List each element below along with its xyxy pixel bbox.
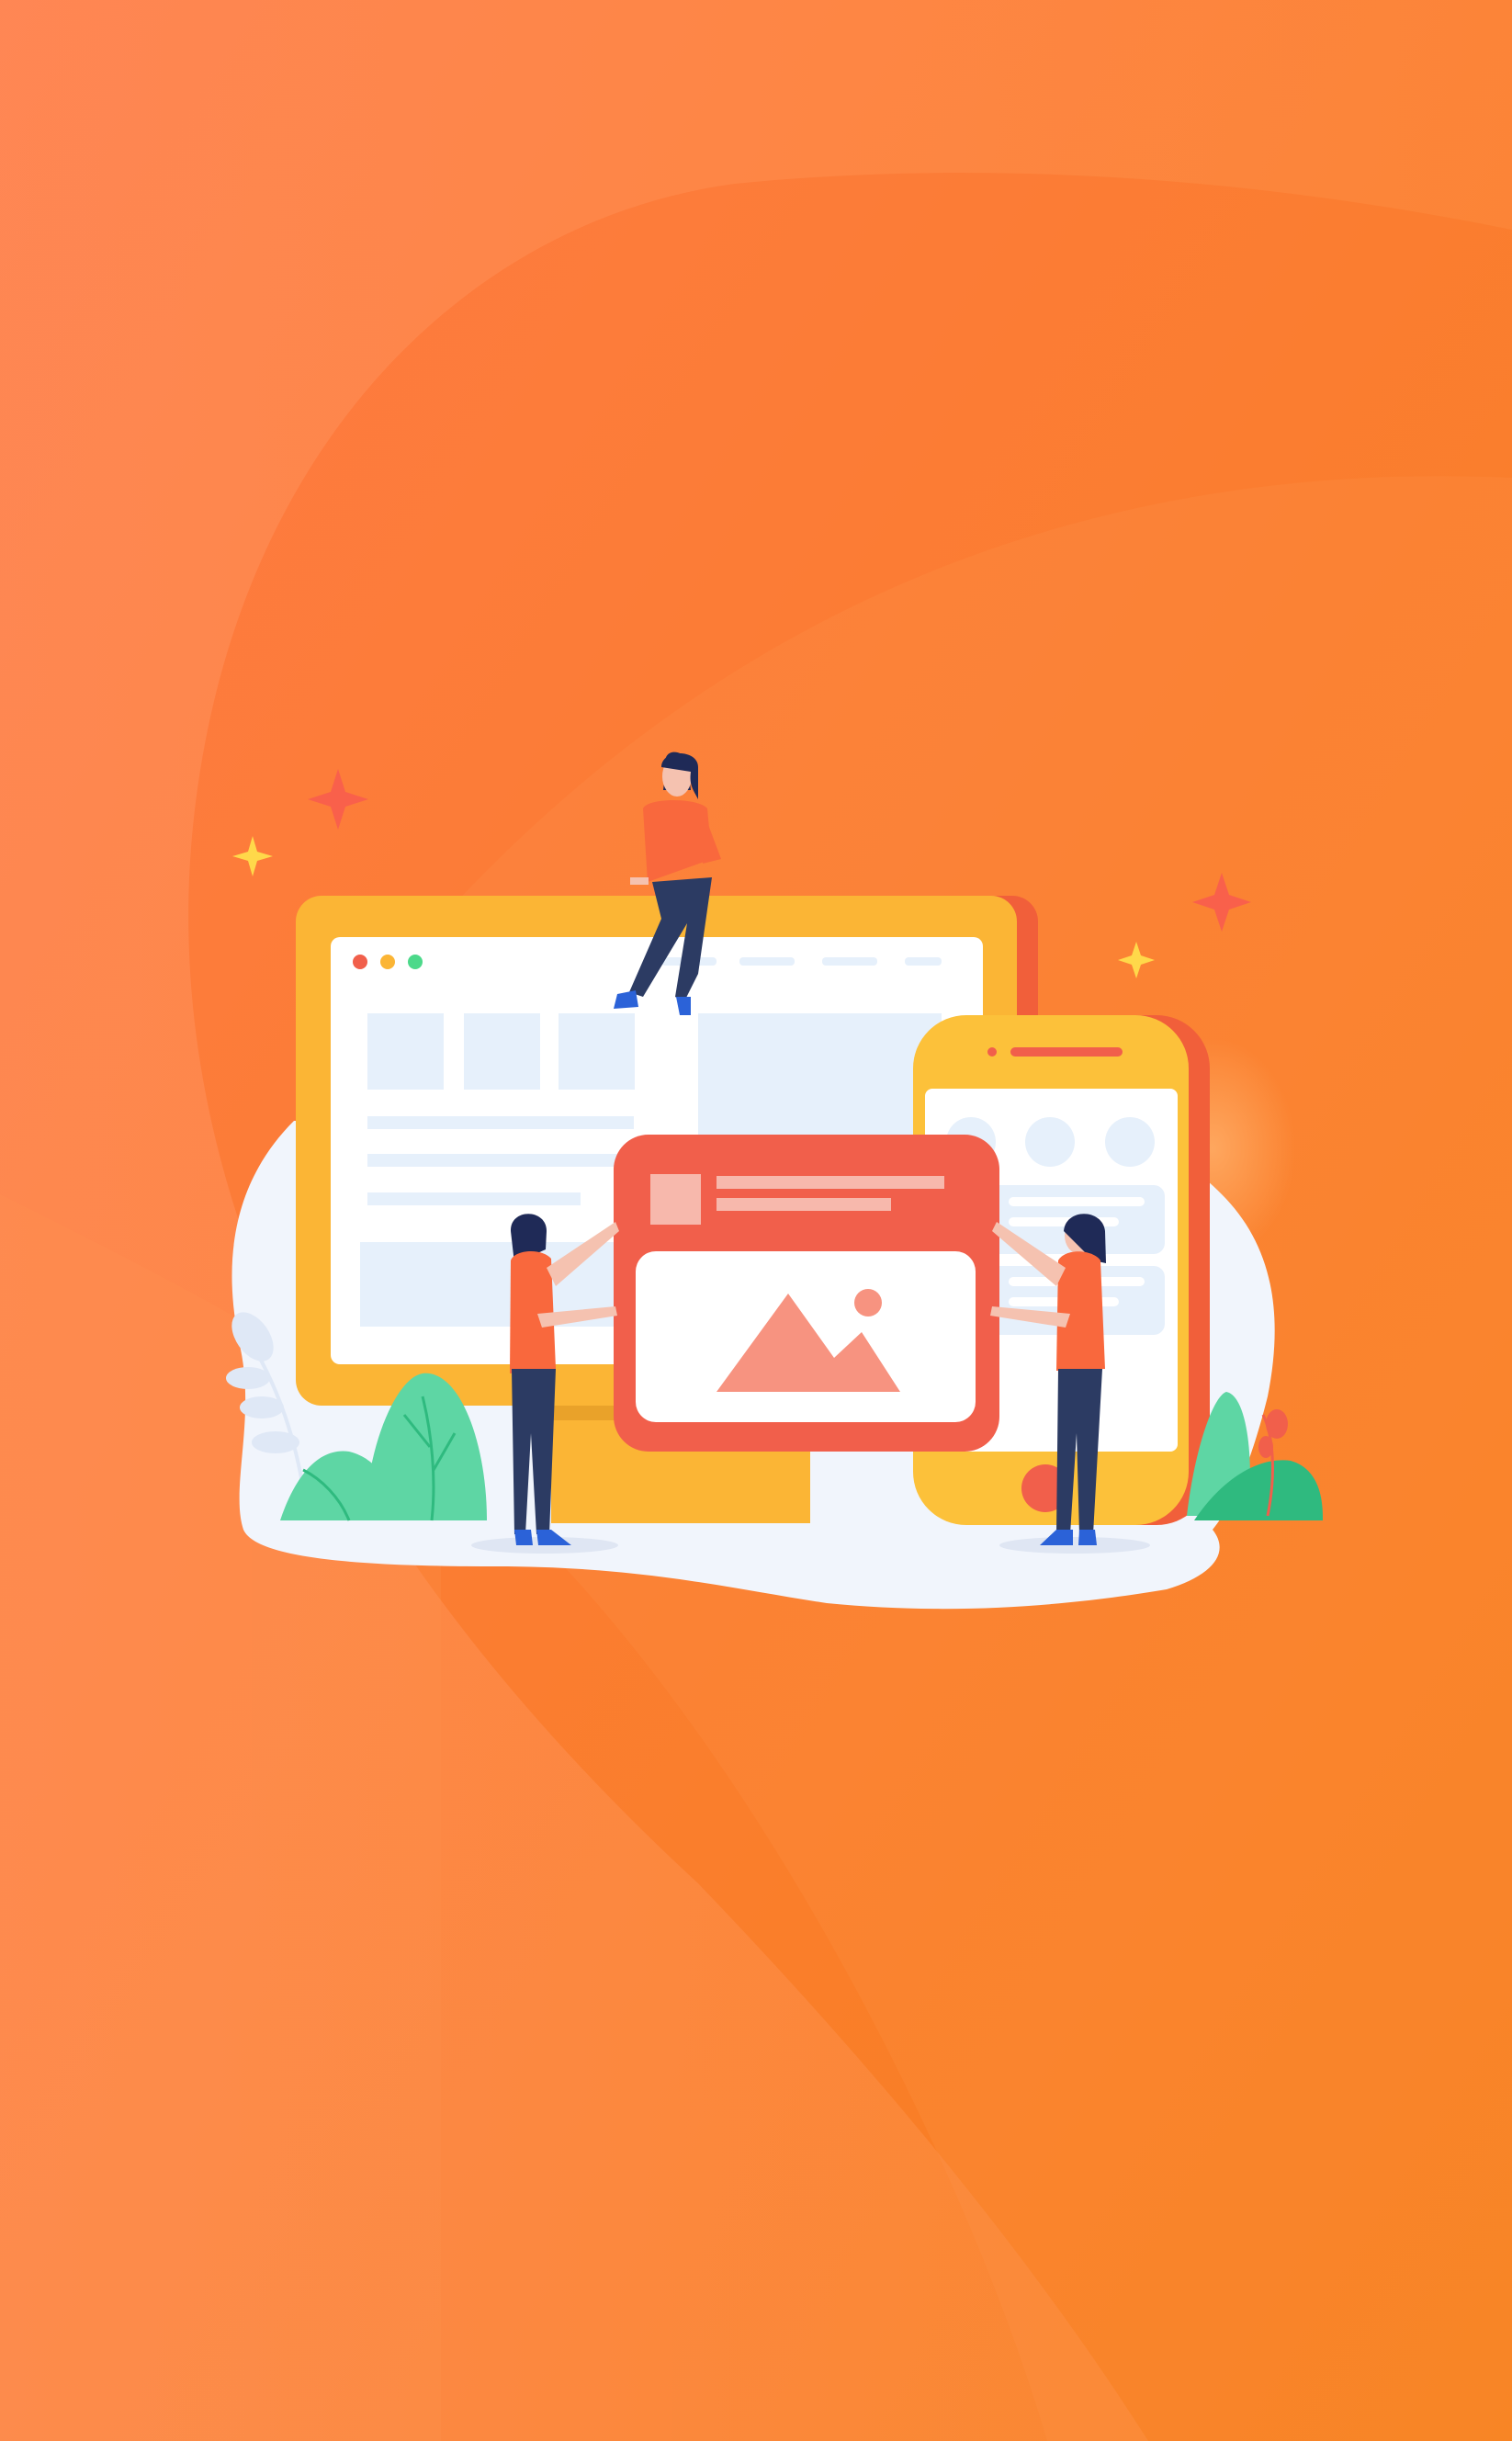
window-close-dot: [353, 955, 367, 969]
splash-screen: [0, 0, 1512, 2441]
image-card: [614, 1135, 999, 1452]
window-minimize-dot: [380, 955, 395, 969]
window-maximize-dot: [408, 955, 423, 969]
card-thumbnail: [650, 1174, 701, 1225]
illustration: [0, 0, 1512, 2441]
